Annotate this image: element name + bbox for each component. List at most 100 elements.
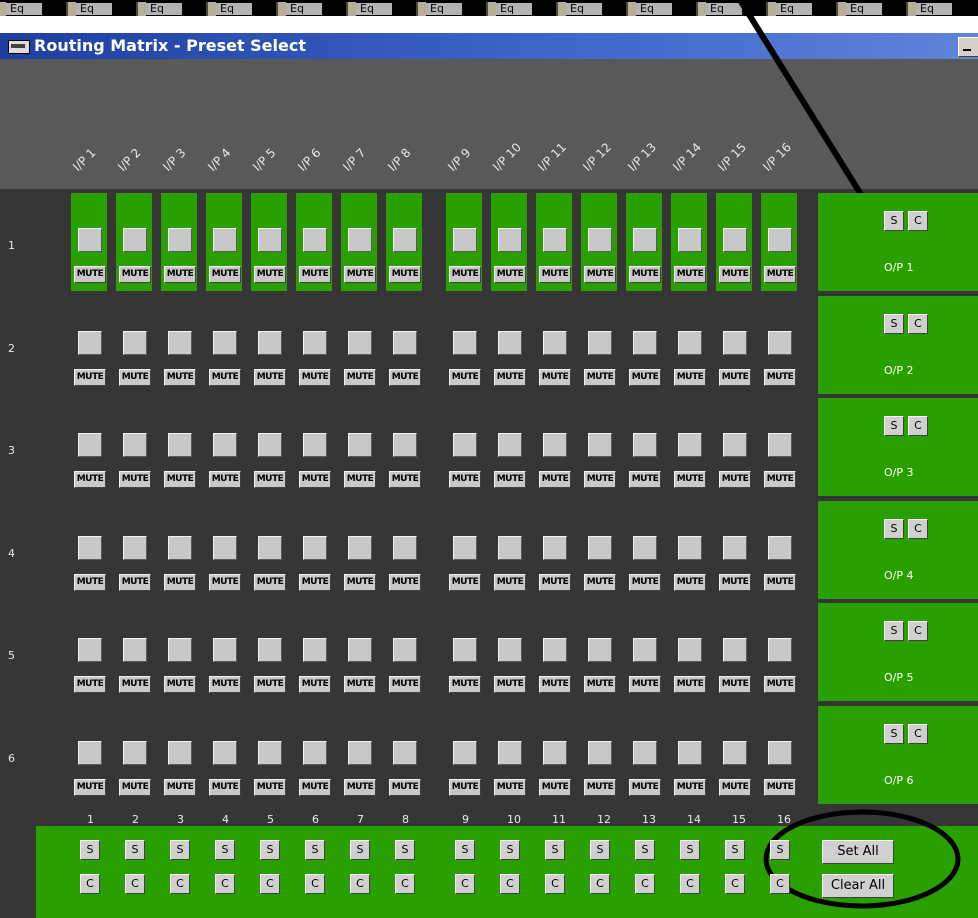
column-set-button[interactable]: S — [125, 840, 145, 860]
mute-button[interactable]: MUTE — [209, 779, 241, 796]
route-button[interactable] — [348, 331, 372, 355]
mute-button[interactable]: MUTE — [74, 574, 106, 591]
eq-cell[interactable]: Eq — [686, 2, 742, 16]
output-clear-button[interactable]: C — [908, 416, 928, 436]
mute-button[interactable]: MUTE — [209, 574, 241, 591]
route-button[interactable] — [768, 536, 792, 560]
column-clear-button[interactable]: C — [395, 874, 415, 894]
mute-button[interactable]: MUTE — [254, 369, 286, 386]
route-button[interactable] — [588, 638, 612, 662]
route-button[interactable] — [123, 741, 147, 765]
mute-button[interactable]: MUTE — [494, 266, 526, 283]
route-button[interactable] — [303, 433, 327, 457]
output-set-button[interactable]: S — [884, 211, 904, 231]
eq-cell[interactable]: Eq — [826, 2, 882, 16]
mute-button[interactable]: MUTE — [764, 266, 796, 283]
minimize-button[interactable] — [958, 37, 978, 57]
eq-label[interactable]: Eq — [566, 3, 602, 15]
mute-button[interactable]: MUTE — [299, 471, 331, 488]
mute-button[interactable]: MUTE — [299, 266, 331, 283]
column-set-button[interactable]: S — [80, 840, 100, 860]
route-button[interactable] — [348, 638, 372, 662]
mute-button[interactable]: MUTE — [629, 369, 661, 386]
route-button[interactable] — [453, 433, 477, 457]
route-button[interactable] — [768, 433, 792, 457]
mute-button[interactable]: MUTE — [719, 471, 751, 488]
mute-button[interactable]: MUTE — [584, 676, 616, 693]
route-button[interactable] — [543, 331, 567, 355]
output-clear-button[interactable]: C — [908, 519, 928, 539]
route-button[interactable] — [393, 433, 417, 457]
mute-button[interactable]: MUTE — [764, 471, 796, 488]
route-button[interactable] — [393, 536, 417, 560]
mute-button[interactable]: MUTE — [719, 676, 751, 693]
mute-button[interactable]: MUTE — [764, 779, 796, 796]
route-button[interactable] — [348, 536, 372, 560]
mute-button[interactable]: MUTE — [74, 471, 106, 488]
eq-cell[interactable]: Eq — [546, 2, 602, 16]
mute-button[interactable]: MUTE — [344, 574, 376, 591]
mute-button[interactable]: MUTE — [389, 779, 421, 796]
eq-label[interactable]: Eq — [6, 3, 42, 15]
route-button[interactable] — [303, 331, 327, 355]
mute-button[interactable]: MUTE — [209, 471, 241, 488]
mute-button[interactable]: MUTE — [629, 574, 661, 591]
eq-label[interactable]: Eq — [496, 3, 532, 15]
output-set-button[interactable]: S — [884, 519, 904, 539]
route-button[interactable] — [393, 228, 417, 252]
route-button[interactable] — [168, 741, 192, 765]
route-button[interactable] — [348, 228, 372, 252]
route-button[interactable] — [393, 331, 417, 355]
route-button[interactable] — [213, 228, 237, 252]
mute-button[interactable]: MUTE — [254, 266, 286, 283]
mute-button[interactable]: MUTE — [254, 676, 286, 693]
column-set-button[interactable]: S — [500, 840, 520, 860]
route-button[interactable] — [588, 228, 612, 252]
eq-cell[interactable]: Eq — [476, 2, 532, 16]
eq-label[interactable]: Eq — [76, 3, 112, 15]
route-button[interactable] — [768, 228, 792, 252]
mute-button[interactable]: MUTE — [389, 369, 421, 386]
route-button[interactable] — [393, 741, 417, 765]
column-clear-button[interactable]: C — [215, 874, 235, 894]
column-clear-button[interactable]: C — [350, 874, 370, 894]
column-clear-button[interactable]: C — [170, 874, 190, 894]
mute-button[interactable]: MUTE — [449, 676, 481, 693]
route-button[interactable] — [453, 638, 477, 662]
route-button[interactable] — [258, 228, 282, 252]
mute-button[interactable]: MUTE — [74, 676, 106, 693]
route-button[interactable] — [258, 433, 282, 457]
eq-label[interactable]: Eq — [776, 3, 812, 15]
mute-button[interactable]: MUTE — [299, 779, 331, 796]
route-button[interactable] — [453, 741, 477, 765]
eq-label[interactable]: Eq — [286, 3, 322, 15]
route-button[interactable] — [498, 433, 522, 457]
mute-button[interactable]: MUTE — [164, 471, 196, 488]
mute-button[interactable]: MUTE — [674, 266, 706, 283]
route-button[interactable] — [303, 228, 327, 252]
mute-button[interactable]: MUTE — [209, 676, 241, 693]
eq-cell[interactable]: Eq — [336, 2, 392, 16]
route-button[interactable] — [678, 433, 702, 457]
mute-button[interactable]: MUTE — [449, 779, 481, 796]
output-set-button[interactable]: S — [884, 621, 904, 641]
mute-button[interactable]: MUTE — [119, 471, 151, 488]
route-button[interactable] — [258, 331, 282, 355]
route-button[interactable] — [168, 638, 192, 662]
column-set-button[interactable]: S — [725, 840, 745, 860]
route-button[interactable] — [453, 228, 477, 252]
eq-label[interactable]: Eq — [146, 3, 182, 15]
route-button[interactable] — [213, 536, 237, 560]
column-clear-button[interactable]: C — [125, 874, 145, 894]
route-button[interactable] — [258, 741, 282, 765]
mute-button[interactable]: MUTE — [74, 369, 106, 386]
column-set-button[interactable]: S — [395, 840, 415, 860]
route-button[interactable] — [213, 331, 237, 355]
column-set-button[interactable]: S — [680, 840, 700, 860]
mute-button[interactable]: MUTE — [674, 676, 706, 693]
mute-button[interactable]: MUTE — [119, 266, 151, 283]
route-button[interactable] — [633, 228, 657, 252]
mute-button[interactable]: MUTE — [299, 676, 331, 693]
mute-button[interactable]: MUTE — [164, 369, 196, 386]
eq-cell[interactable]: Eq — [266, 2, 322, 16]
